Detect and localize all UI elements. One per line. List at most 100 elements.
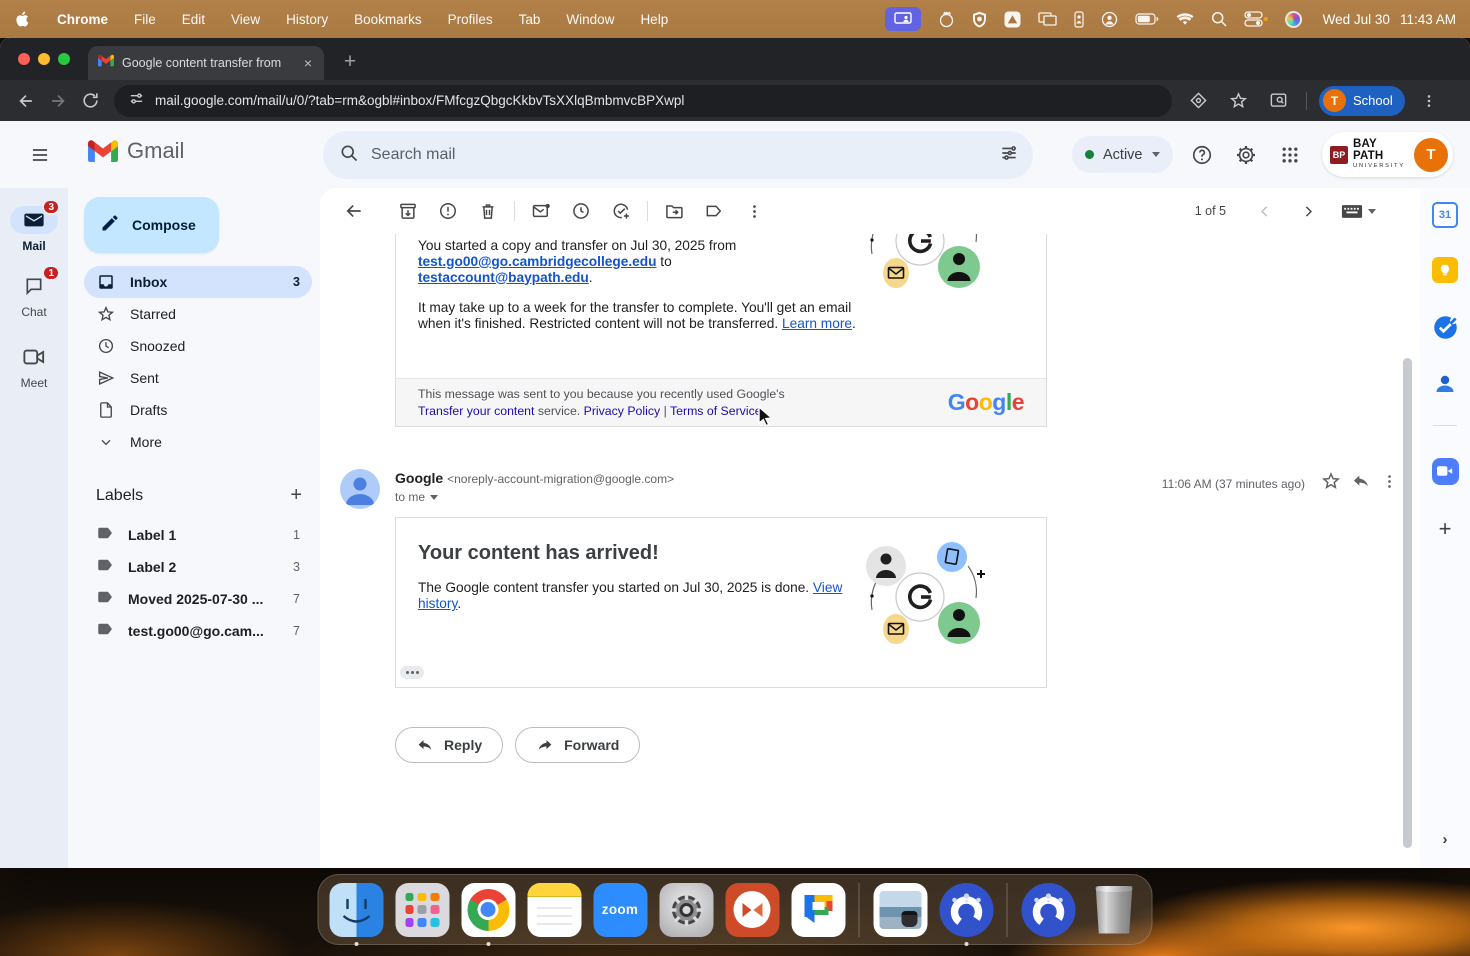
transfer-to-link[interactable]: testaccount@baypath.edu — [418, 270, 589, 285]
spotlight-search-icon[interactable] — [1211, 11, 1227, 27]
label-item-1[interactable]: Label 1 1 — [84, 519, 312, 551]
sidebar-item-starred[interactable]: Starred — [84, 298, 312, 330]
browser-tab[interactable]: Google content transfer from × — [88, 46, 324, 80]
menu-history[interactable]: History — [286, 12, 328, 27]
scrollbar-thumb[interactable] — [1403, 358, 1412, 848]
snooze-icon[interactable] — [561, 191, 601, 231]
caution-app-icon[interactable] — [1004, 11, 1021, 28]
input-tools-icon[interactable] — [1332, 191, 1384, 231]
address-bar[interactable]: mail.google.com/mail/u/0/?tab=rm&ogbl#in… — [114, 85, 1172, 117]
close-window-button[interactable] — [18, 53, 30, 65]
dock-google-chat-icon[interactable] — [790, 881, 847, 938]
forward-button[interactable]: Forward — [515, 727, 640, 763]
sidebar-item-inbox[interactable]: Inbox 3 — [84, 266, 312, 298]
apps-grid-icon[interactable] — [1270, 135, 1310, 175]
get-addons-icon[interactable]: + — [1430, 514, 1460, 544]
dock-self-service-icon[interactable] — [938, 881, 995, 938]
side-panel-icon[interactable] — [1262, 85, 1294, 117]
menu-tab[interactable]: Tab — [519, 12, 541, 27]
sidebar-item-sent[interactable]: Sent — [84, 362, 312, 394]
account-avatar[interactable]: T — [1414, 138, 1448, 172]
dock-settings-icon[interactable] — [658, 881, 715, 938]
transfer-from-link[interactable]: test.go00@go.cambridgecollege.edu — [418, 254, 656, 269]
workspace-account-card[interactable]: BP BAY PATH UNIVERSITY T — [1322, 132, 1453, 177]
bookmark-star-icon[interactable] — [1222, 85, 1254, 117]
search-options-icon[interactable] — [999, 143, 1019, 168]
recipient-row[interactable]: to me — [395, 490, 674, 504]
contacts-icon[interactable] — [1430, 369, 1460, 399]
menu-profiles[interactable]: Profiles — [448, 12, 493, 27]
dock-notes-icon[interactable] — [526, 881, 583, 938]
sidebar-item-drafts[interactable]: Drafts — [84, 394, 312, 426]
delete-icon[interactable] — [468, 191, 508, 231]
labels-icon[interactable] — [694, 191, 734, 231]
add-to-tasks-icon[interactable] — [601, 191, 641, 231]
menu-file[interactable]: File — [134, 12, 156, 27]
menu-help[interactable]: Help — [640, 12, 668, 27]
rail-item-chat[interactable]: 1 Chat — [0, 272, 68, 319]
dock-preview-icon[interactable] — [872, 881, 929, 938]
shield-icon[interactable] — [972, 11, 987, 28]
tab-close-icon[interactable]: × — [302, 56, 314, 70]
minimize-window-button[interactable] — [38, 53, 50, 65]
status-selector[interactable]: Active — [1072, 136, 1173, 173]
screen-sharing-indicator-icon[interactable] — [885, 7, 921, 31]
wifi-icon[interactable] — [1176, 12, 1194, 26]
dock-finder-icon[interactable] — [328, 881, 385, 938]
reply-button[interactable]: Reply — [395, 727, 503, 763]
create-label-icon[interactable]: + — [290, 484, 302, 507]
transfer-content-link[interactable]: Transfer your content — [418, 404, 534, 418]
dock-self-service-window-icon[interactable] — [1020, 881, 1077, 938]
menu-app-name[interactable]: Chrome — [57, 12, 108, 27]
fullscreen-window-button[interactable] — [58, 53, 70, 65]
back-to-inbox-icon[interactable] — [334, 191, 374, 231]
browser-menu-icon[interactable] — [1413, 85, 1445, 117]
show-trimmed-content-button[interactable] — [400, 666, 424, 679]
dock-trash-icon[interactable] — [1086, 881, 1143, 938]
menu-clock[interactable]: Wed Jul 30 11:43 AM — [1323, 12, 1456, 27]
dock-remote-desktop-icon[interactable] — [724, 881, 781, 938]
help-icon[interactable] — [1182, 135, 1222, 175]
search-icon[interactable] — [339, 143, 359, 168]
menu-view[interactable]: View — [231, 12, 260, 27]
label-item-account[interactable]: test.go00@go.cam... 7 — [84, 615, 312, 647]
badge-status-icon[interactable] — [938, 11, 955, 28]
site-settings-icon[interactable] — [128, 90, 145, 112]
older-chevron-icon[interactable] — [1288, 191, 1328, 231]
reply-icon[interactable] — [1351, 471, 1371, 496]
move-to-icon[interactable] — [654, 191, 694, 231]
dock-zoom-icon[interactable]: zoom — [592, 881, 649, 938]
menu-bookmarks[interactable]: Bookmarks — [354, 12, 422, 27]
control-center-icon[interactable] — [1244, 11, 1268, 27]
terms-link[interactable]: Terms of Service — [670, 404, 762, 418]
battery-icon[interactable] — [1135, 13, 1159, 25]
settings-gear-icon[interactable] — [1226, 135, 1266, 175]
reload-button-icon[interactable] — [74, 85, 106, 117]
device-battery-icon[interactable] — [1074, 11, 1084, 28]
newer-chevron-icon[interactable] — [1244, 191, 1284, 231]
user-switch-icon[interactable] — [1101, 11, 1118, 28]
display-mirroring-icon[interactable] — [1038, 12, 1057, 26]
label-item-moved[interactable]: Moved 2025-07-30 ... 7 — [84, 583, 312, 615]
new-tab-button[interactable]: + — [336, 48, 364, 76]
report-spam-icon[interactable] — [428, 191, 468, 231]
rail-item-mail[interactable]: 3 Mail — [0, 206, 68, 253]
menu-edit[interactable]: Edit — [182, 12, 205, 27]
apple-menu-icon[interactable] — [14, 10, 29, 28]
dock-chrome-icon[interactable] — [460, 881, 517, 938]
sidebar-item-snoozed[interactable]: Snoozed — [84, 330, 312, 362]
browser-profile-button[interactable]: T School — [1319, 86, 1405, 116]
swirl-app-icon[interactable] — [1285, 11, 1302, 28]
star-message-icon[interactable] — [1321, 471, 1341, 496]
calendar-icon[interactable]: 31 — [1430, 200, 1460, 230]
video-addon-icon[interactable] — [1430, 456, 1460, 486]
keep-icon[interactable] — [1430, 255, 1460, 285]
search-input[interactable] — [371, 146, 987, 164]
message-more-icon[interactable] — [1381, 473, 1398, 495]
menu-window[interactable]: Window — [566, 12, 614, 27]
sidebar-item-more[interactable]: More — [84, 426, 312, 458]
tasks-icon[interactable] — [1430, 312, 1460, 342]
forward-button-icon[interactable] — [42, 85, 74, 117]
gmail-logo[interactable]: Gmail — [88, 138, 184, 164]
privacy-policy-link[interactable]: Privacy Policy — [584, 404, 661, 418]
